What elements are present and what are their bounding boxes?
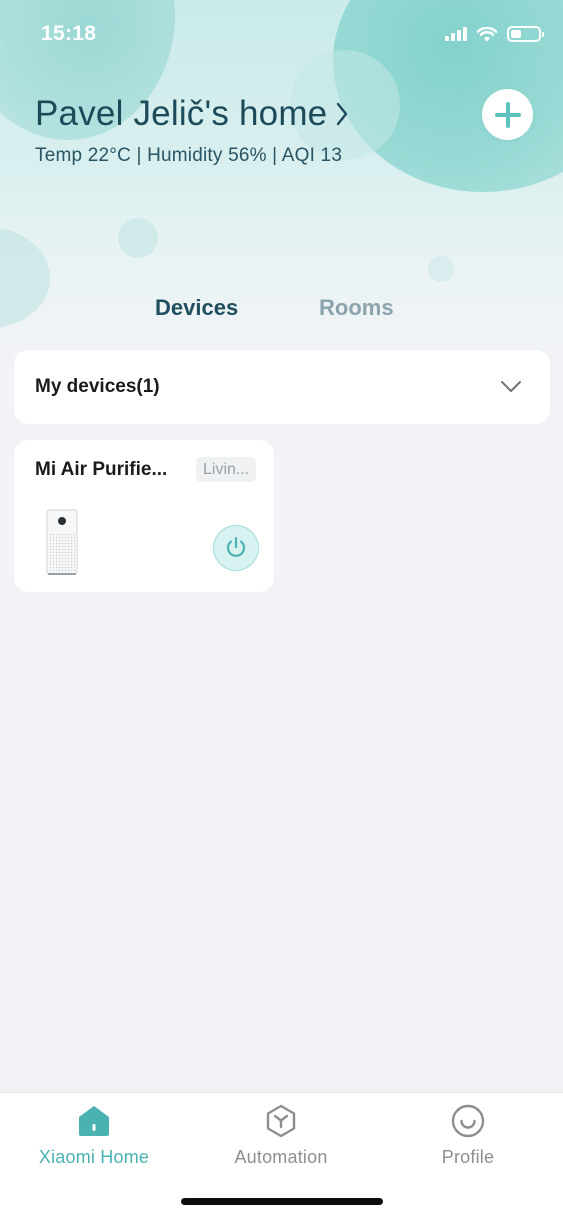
nav-xiaomi-home[interactable]: Xiaomi Home (9, 1103, 179, 1168)
profile-smile-icon (450, 1103, 486, 1139)
decor-bubble (118, 218, 158, 258)
decor-bubble (428, 256, 454, 282)
battery-icon (507, 26, 544, 42)
status-icons (445, 26, 544, 42)
tab-rooms[interactable]: Rooms (319, 295, 394, 321)
home-name: Pavel Jelič's home (35, 94, 328, 133)
header-background (0, 0, 563, 360)
app-screen: 15:18 Pavel Jelič's home Temp 22°C | Hum… (0, 0, 563, 1218)
nav-profile[interactable]: Profile (383, 1103, 553, 1168)
nav-label: Xiaomi Home (38, 1147, 150, 1167)
chevron-right-icon (337, 102, 348, 126)
air-purifier-image (46, 509, 78, 575)
power-icon (226, 536, 246, 557)
home-icon (76, 1103, 112, 1139)
automation-icon (263, 1103, 299, 1139)
wifi-icon (477, 26, 497, 41)
device-card[interactable]: Mi Air Purifie... Livin... (14, 440, 274, 592)
room-badge: Livin... (196, 457, 257, 482)
nav-automation[interactable]: Automation (196, 1103, 366, 1168)
environment-readout: Temp 22°C | Humidity 56% | AQI 13 (35, 145, 343, 166)
chevron-down-icon (501, 381, 521, 392)
battery-fill (511, 30, 521, 38)
power-button[interactable] (213, 525, 259, 571)
plus-icon (494, 101, 521, 128)
cellular-signal-icon (445, 27, 467, 41)
decor-bubble (0, 228, 50, 328)
nav-label: Automation (234, 1147, 328, 1167)
home-indicator[interactable] (181, 1198, 383, 1205)
status-time: 15:18 (41, 22, 97, 45)
add-device-button[interactable] (482, 89, 533, 140)
home-selector[interactable]: Pavel Jelič's home (35, 94, 349, 134)
device-name: Mi Air Purifie... (35, 459, 168, 480)
tab-devices[interactable]: Devices (155, 295, 238, 321)
nav-label: Profile (441, 1147, 495, 1167)
my-devices-dropdown[interactable]: My devices(1) (14, 350, 550, 424)
my-devices-label: My devices(1) (35, 376, 160, 397)
